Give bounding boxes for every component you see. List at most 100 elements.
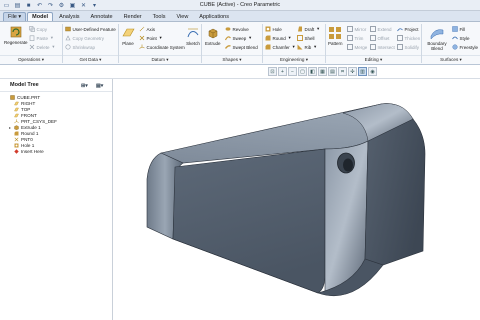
tree-settings-icon[interactable]: ⊞▾ xyxy=(81,82,91,89)
hole-button[interactable]: Hole xyxy=(265,25,282,33)
rib-button[interactable]: Rib ▾ xyxy=(297,43,316,51)
extrude-button[interactable]: Extrude xyxy=(205,26,221,46)
appearance-icon[interactable]: ◉ xyxy=(368,67,377,76)
shrinkwrap-label: Shrinkwrap xyxy=(72,44,96,50)
paste-button[interactable]: Paste ▾ xyxy=(29,34,53,42)
shell-button[interactable]: Shell xyxy=(297,34,315,42)
datum-group-label[interactable]: Datum ▾ xyxy=(119,55,201,63)
axis-button[interactable]: Axis xyxy=(139,25,155,33)
merge-icon xyxy=(347,44,353,50)
get-data-group-label[interactable]: Get Data ▾ xyxy=(63,55,118,63)
intersect-button[interactable]: Intersect xyxy=(370,43,395,51)
tree-item-label: Round 1 xyxy=(21,131,39,137)
offset-button[interactable]: Offset xyxy=(370,34,389,42)
sweep-button[interactable]: Sweep ▾ xyxy=(225,34,251,42)
pattern-button[interactable]: Pattern xyxy=(328,26,343,46)
paste-icon xyxy=(29,35,35,41)
expand-arrow-icon[interactable]: ▸ xyxy=(8,125,12,130)
surfaces-group-label[interactable]: Surfaces ▾ xyxy=(422,55,480,63)
tree-item-label: Hole 1 xyxy=(21,143,35,149)
annotation-display-icon[interactable]: ▥ xyxy=(358,67,367,76)
thicken-button[interactable]: Thicken xyxy=(397,34,420,42)
draft-label: Draft xyxy=(304,26,315,32)
offset-label: Offset xyxy=(377,35,390,41)
zoom-in-icon[interactable]: + xyxy=(278,67,287,76)
extrude-icon xyxy=(208,28,217,39)
tab-view[interactable]: View xyxy=(171,12,193,21)
model-tree-header: Model Tree ⊞▾ ▤▾ xyxy=(0,79,112,92)
project-label: Project xyxy=(404,26,419,32)
fill-button[interactable]: Fill xyxy=(452,25,465,33)
thicken-icon xyxy=(397,35,403,41)
solidify-label: Solidify xyxy=(404,44,420,50)
boundary-blend-button[interactable]: Boundary Blend xyxy=(423,26,451,51)
tab-render[interactable]: Render xyxy=(119,12,147,21)
tab-applications[interactable]: Applications xyxy=(194,12,234,21)
thicken-label: Thicken xyxy=(404,35,421,41)
repaint-icon[interactable]: ▢ xyxy=(298,67,307,76)
regenerate-label: Regenerate xyxy=(4,40,28,45)
hole-label: Hole xyxy=(272,26,282,32)
round-button[interactable]: Round ▾ xyxy=(265,34,291,42)
copy-geometry-label: Copy Geometry xyxy=(72,35,105,41)
copy-button[interactable]: Copy xyxy=(29,25,47,33)
tab-file[interactable]: File ▾ xyxy=(3,12,27,21)
plane-button[interactable]: Plane xyxy=(121,26,135,46)
datum-display-icon[interactable]: ⌗ xyxy=(338,67,347,76)
tree-filter-icon[interactable]: ▤▾ xyxy=(96,82,106,89)
spin-center-icon[interactable]: ✣ xyxy=(348,67,357,76)
engineering-label: Engineering xyxy=(279,57,305,62)
sketch-button[interactable]: Sketch xyxy=(186,26,200,46)
draft-button[interactable]: Draft ▾ xyxy=(297,25,319,33)
shapes-group-label[interactable]: Shapes ▾ xyxy=(202,55,262,63)
project-button[interactable]: Project xyxy=(397,25,419,33)
chamfer-button[interactable]: Chamfer ▾ xyxy=(265,43,295,51)
shrinkwrap-button[interactable]: Shrinkwrap xyxy=(65,43,95,51)
extend-button[interactable]: Extend xyxy=(370,25,392,33)
fill-label: Fill xyxy=(459,26,466,32)
window-title: CUBE (Active) - Creo Parametric xyxy=(199,2,281,8)
tab-annotate[interactable]: Annotate xyxy=(86,12,118,21)
editing-group-label[interactable]: Editing ▾ xyxy=(326,55,421,63)
model-tree-title: Model Tree xyxy=(10,82,39,88)
solidify-button[interactable]: Solidify xyxy=(397,43,419,51)
intersect-label: Intersect xyxy=(377,44,395,50)
style-button[interactable]: Style xyxy=(452,34,470,42)
graphics-window[interactable] xyxy=(113,79,480,320)
zoom-out-icon[interactable]: − xyxy=(288,67,297,76)
shell-icon xyxy=(297,35,303,41)
trim-button[interactable]: Trim xyxy=(347,34,363,42)
operations-group-label[interactable]: Operations ▾ xyxy=(0,55,62,63)
coordinate-system-button[interactable]: Coordinate System xyxy=(139,43,185,51)
mirror-label: Mirror xyxy=(354,26,367,32)
chamfer-icon xyxy=(265,44,271,50)
saved-views-icon[interactable]: ▦ xyxy=(318,67,327,76)
intersect-icon xyxy=(370,44,376,50)
refit-icon[interactable]: ⊡ xyxy=(268,67,277,76)
swept-blend-button[interactable]: Swept Blend xyxy=(225,43,258,51)
merge-label: Merge xyxy=(354,44,368,50)
tab-tools[interactable]: Tools xyxy=(148,12,171,21)
copy-icon xyxy=(29,26,35,32)
mirror-button[interactable]: Mirror xyxy=(347,25,366,33)
freestyle-button[interactable]: Freestyle xyxy=(452,43,478,51)
tree-item[interactable]: Insert Here xyxy=(0,149,112,155)
style-icon xyxy=(452,36,458,40)
merge-button[interactable]: Merge xyxy=(347,43,367,51)
engineering-group-label[interactable]: Engineering ▾ xyxy=(263,55,325,63)
regenerate-button[interactable]: Regenerate xyxy=(4,25,28,45)
view-manager-icon[interactable]: ▤ xyxy=(328,67,337,76)
display-style-icon[interactable]: ◧ xyxy=(308,67,317,76)
copy-geometry-button[interactable]: Copy Geometry xyxy=(65,34,104,42)
delete-button[interactable]: Delete ▾ xyxy=(29,43,55,51)
user-defined-feature-button[interactable]: User-Defined Feature xyxy=(65,25,116,33)
revolve-button[interactable]: Revolve xyxy=(225,25,249,33)
cube-model-render[interactable] xyxy=(113,79,480,320)
point-button[interactable]: Point ▾ xyxy=(139,34,162,42)
tab-analysis[interactable]: Analysis xyxy=(54,12,84,21)
hole-icon xyxy=(14,143,19,148)
axis-label: Axis xyxy=(146,26,156,32)
datum-label: Datum xyxy=(151,57,165,62)
title-bar: ▭ ▤ ■ ↶ ↷ ⚙ ▣ ✕ ▾ CUBE (Active) - Creo P… xyxy=(0,0,480,11)
tab-model[interactable]: Model xyxy=(27,12,54,21)
